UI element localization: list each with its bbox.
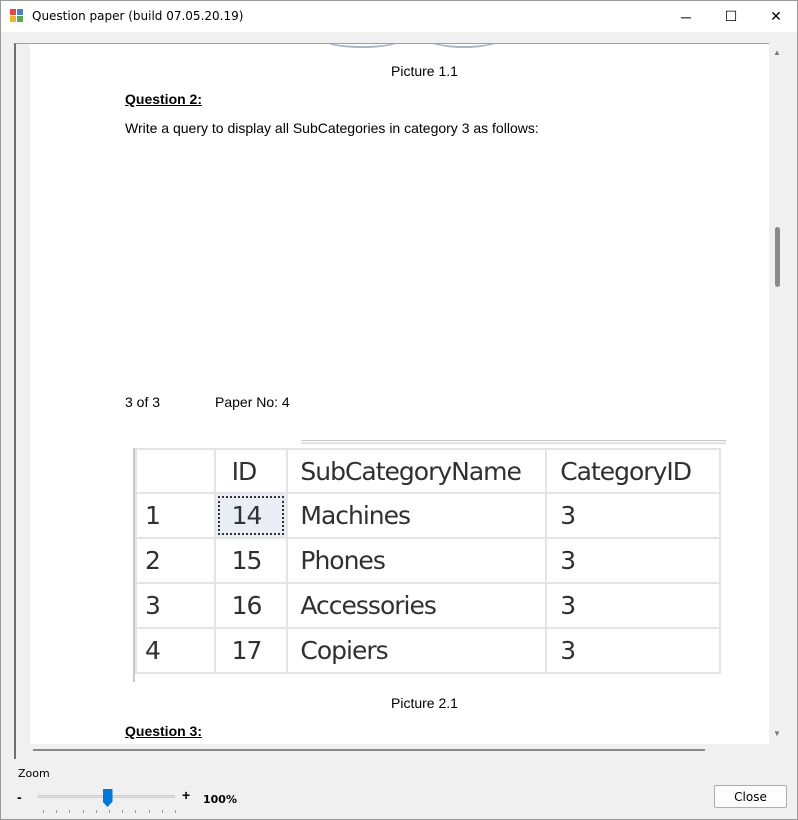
grid-cell-categoryid: 3: [545, 582, 721, 629]
zoom-value: 100%: [203, 793, 237, 806]
grid-header-subcategoryname: SubCategoryName: [286, 448, 548, 494]
zoom-slider-tick: [109, 810, 110, 813]
grid-cell-rownum: 1: [135, 492, 216, 539]
table-row: 1 14 Machines 3: [135, 492, 721, 539]
picture1-fragment-left: [322, 44, 402, 48]
grid-cell-categoryid: 3: [545, 492, 721, 539]
minimize-icon: ─: [681, 8, 691, 25]
table-row: 3 16 Accessories 3: [135, 582, 721, 629]
document-page: Picture 1.1 Question 2: Write a query to…: [30, 44, 769, 744]
vertical-scrollbar[interactable]: ▲ ▼: [769, 43, 786, 743]
grid-cell-rownum: 4: [135, 627, 216, 674]
zoom-slider-tick: [148, 810, 150, 813]
close-icon: ✕: [770, 8, 782, 24]
grid-cell-name: Machines: [286, 492, 548, 539]
question2-text: Write a query to display all SubCategori…: [125, 120, 539, 136]
zoom-slider-tick: [95, 810, 97, 813]
grid-cell-name: Accessories: [286, 582, 548, 629]
title-bar[interactable]: Question paper (build 07.05.20.19) ─ ☐ ✕: [1, 1, 797, 32]
maximize-button[interactable]: ☐: [708, 1, 754, 32]
maximize-icon: ☐: [724, 8, 738, 24]
close-window-button[interactable]: ✕: [753, 1, 798, 32]
close-button[interactable]: Close: [714, 785, 787, 808]
grid-header-categoryid: CategoryID: [545, 448, 721, 494]
grid-cell-categoryid: 3: [545, 537, 721, 584]
grid-cell-categoryid: 3: [545, 627, 721, 674]
minimize-button[interactable]: ─: [663, 1, 709, 32]
grid-header-id: ID: [213, 448, 289, 494]
zoom-in-button[interactable]: +: [182, 787, 190, 803]
window-title: Question paper (build 07.05.20.19): [32, 9, 244, 23]
table-row: 4 17 Copiers 3: [135, 627, 721, 674]
document-viewer[interactable]: Picture 1.1 Question 2: Write a query to…: [14, 43, 786, 759]
app-icon: [10, 9, 24, 23]
grid-cell-rownum: 3: [135, 582, 216, 629]
result-grid-table: ID SubCategoryName CategoryID 1 14 Machi…: [135, 448, 721, 674]
table-row: 2 15 Phones 3: [135, 537, 721, 584]
grid-header-rownum: [135, 448, 216, 494]
zoom-slider-tick: [43, 810, 44, 813]
zoom-slider-tick: [69, 810, 71, 813]
picture1-fragment-right: [428, 44, 500, 48]
grid-cell-id: 17: [213, 627, 289, 674]
grid-cell-name: Copiers: [286, 627, 548, 674]
zoom-slider-tick: [82, 810, 84, 813]
grid-cell-rownum: 2: [135, 537, 216, 584]
zoom-slider-tick: [122, 810, 124, 813]
scroll-up-arrow-icon[interactable]: ▲: [773, 48, 781, 57]
question2-heading: Question 2:: [125, 91, 203, 107]
horizontal-scrollbar[interactable]: [33, 749, 705, 751]
picture2-caption: Picture 2.1: [391, 695, 458, 711]
zoom-slider-thumb[interactable]: [102, 789, 113, 807]
result-grid-picture: ID SubCategoryName CategoryID 1 14 Machi…: [133, 448, 721, 682]
grid-cell-id-selected: 14: [213, 492, 289, 539]
zoom-slider-tick: [175, 810, 176, 813]
grid-cell-id: 15: [213, 537, 289, 584]
question-paper-window: Question paper (build 07.05.20.19) ─ ☐ ✕…: [0, 0, 798, 820]
paper-number: Paper No: 4: [215, 394, 290, 410]
grid-cell-id: 16: [213, 582, 289, 629]
grid-cell-name: Phones: [286, 537, 548, 584]
zoom-slider-tick: [161, 810, 163, 813]
scroll-down-arrow-icon[interactable]: ▼: [773, 729, 781, 738]
zoom-label: Zoom: [18, 767, 50, 780]
page-counter: 3 of 3: [125, 394, 161, 410]
screenshot-top-edge: [301, 440, 726, 444]
question3-heading: Question 3:: [125, 723, 203, 739]
zoom-slider-tick: [56, 810, 58, 813]
vertical-scroll-thumb[interactable]: [775, 227, 780, 287]
zoom-slider-tick: [135, 810, 137, 813]
picture1-caption: Picture 1.1: [391, 63, 458, 79]
grid-header-row: ID SubCategoryName CategoryID: [135, 448, 721, 494]
zoom-out-button[interactable]: -: [17, 789, 22, 805]
